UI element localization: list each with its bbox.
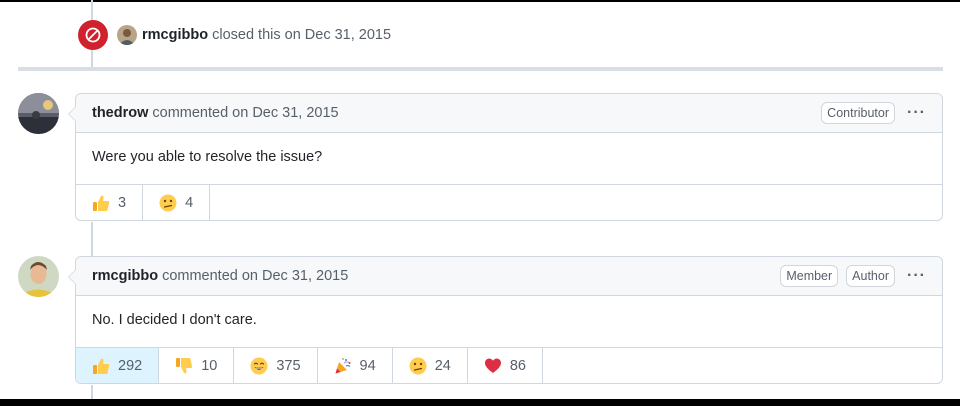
reaction-count: 10 [201, 357, 218, 374]
reaction-laugh[interactable]: 375 [234, 348, 318, 383]
reaction-thumbs-up[interactable]: 3 [76, 185, 144, 220]
kebab-menu-icon[interactable]: ··· [907, 104, 926, 122]
comment-author-link[interactable]: rmcgibbo [92, 268, 158, 284]
reaction-confused[interactable]: 4 [143, 185, 211, 220]
avatar[interactable] [18, 93, 59, 134]
timeline-divider [18, 67, 943, 71]
reaction-thumbs-down[interactable]: 10 [159, 348, 235, 383]
comment-body: Were you able to resolve the issue? [76, 133, 942, 185]
kebab-menu-icon[interactable]: ··· [907, 267, 926, 285]
role-badge: Contributor [821, 102, 896, 124]
comment-header: rmcgibbo commented on Dec 31, 2015 Membe… [76, 257, 942, 296]
heart-icon [484, 357, 502, 375]
reaction-count: 3 [118, 194, 127, 211]
reaction-count: 86 [509, 357, 526, 374]
closed-circle-icon [78, 20, 108, 50]
reaction-count: 292 [118, 357, 143, 374]
role-badge: Author [846, 265, 896, 287]
timeline-line [91, 222, 93, 256]
comment-body: No. I decided I don't care. [76, 296, 942, 348]
reaction-count: 375 [276, 357, 301, 374]
comment-card: rmcgibbo commented on Dec 31, 2015 Membe… [68, 256, 943, 384]
role-badge: Member [780, 265, 839, 287]
comment-header-actions: Member Author ··· [772, 265, 926, 287]
avatar[interactable] [117, 25, 137, 45]
reaction-thumbs-up[interactable]: 292 [76, 348, 160, 383]
comment-card: thedrow commented on Dec 31, 2015 Contri… [68, 93, 943, 221]
event-actor-link[interactable]: rmcgibbo [142, 27, 208, 43]
comment-timestamp[interactable]: commented on Dec 31, 2015 [152, 105, 338, 121]
reaction-count: 4 [185, 194, 194, 211]
reactions-bar: 292 10 375 94 24 86 [76, 348, 942, 383]
reaction-count: 24 [434, 357, 451, 374]
hooray-icon [334, 357, 352, 375]
avatar[interactable] [18, 256, 59, 297]
closed-event-text: rmcgibbo closed this on Dec 31, 2015 [142, 27, 391, 43]
reaction-heart[interactable]: 86 [468, 348, 543, 383]
reaction-hooray[interactable]: 94 [318, 348, 393, 383]
reaction-count: 94 [359, 357, 376, 374]
timeline-line [91, 385, 93, 399]
thumbs-up-icon [92, 357, 110, 375]
closed-event: rmcgibbo closed this on Dec 31, 2015 [78, 20, 391, 50]
bottom-border [0, 399, 960, 406]
comment-header: thedrow commented on Dec 31, 2015 Contri… [76, 94, 942, 133]
thumbs-down-icon [175, 357, 193, 375]
confused-icon [159, 194, 177, 212]
thumbs-up-icon [92, 194, 110, 212]
laugh-icon [250, 357, 268, 375]
event-action-text: closed this on Dec 31, 2015 [212, 27, 392, 43]
comment-timestamp[interactable]: commented on Dec 31, 2015 [162, 268, 348, 284]
confused-icon [409, 357, 427, 375]
reactions-bar: 3 4 [76, 185, 942, 220]
top-border [0, 0, 960, 2]
comment-header-actions: Contributor ··· [813, 102, 926, 124]
comment-author-link[interactable]: thedrow [92, 105, 148, 121]
issue-timeline: rmcgibbo closed this on Dec 31, 2015 the… [0, 0, 960, 406]
reaction-confused[interactable]: 24 [393, 348, 468, 383]
